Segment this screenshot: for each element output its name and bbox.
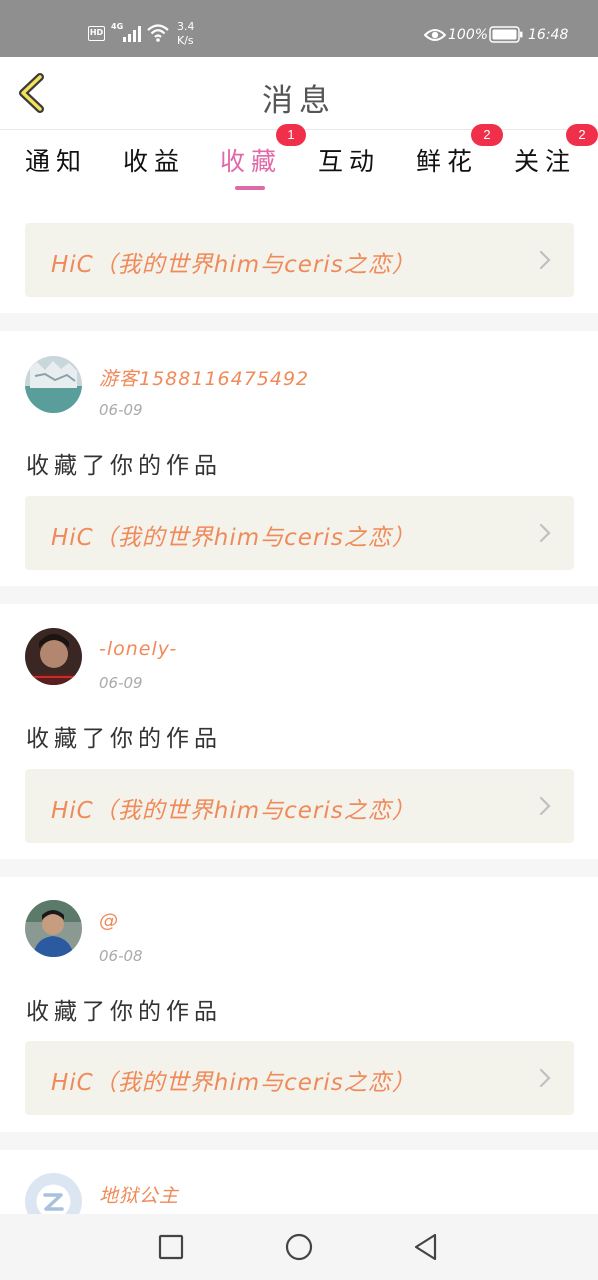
tab-follows-badge: 2 [566, 124, 598, 146]
work-title: HiC（我的世界him与ceris之恋） [51, 525, 416, 551]
battery-percent: 100% [448, 27, 489, 43]
avatar-image [25, 900, 82, 957]
tab-favorites[interactable]: 收藏 [220, 142, 282, 178]
home-icon[interactable] [284, 1232, 314, 1262]
favorite-card: 地狱公主 [0, 1150, 598, 1214]
chevron-right-icon [539, 250, 551, 270]
chevron-right-icon [539, 1068, 551, 1088]
tab-follows[interactable]: 关注 [514, 142, 576, 178]
page-title: 消息 [262, 83, 336, 119]
signal-icon [123, 26, 141, 42]
work-link[interactable]: HiC（我的世界him与ceris之恋） [25, 223, 574, 297]
date: 06-09 [99, 674, 143, 692]
battery-icon [489, 26, 523, 43]
action-text: 收藏了你的作品 [26, 453, 222, 479]
action-text: 收藏了你的作品 [26, 999, 222, 1025]
username[interactable]: 地狱公主 [99, 1181, 179, 1208]
tab-interactions[interactable]: 互动 [318, 142, 380, 178]
username[interactable]: @ [99, 910, 119, 932]
tab-flowers[interactable]: 鲜花 [416, 142, 478, 178]
date: 06-09 [99, 401, 143, 419]
username[interactable]: -lonely- [99, 638, 177, 660]
work-link[interactable]: HiC（我的世界him与ceris之恋） [25, 769, 574, 843]
chevron-right-icon [539, 523, 551, 543]
avatar[interactable] [25, 1173, 82, 1214]
work-link[interactable]: HiC（我的世界him与ceris之恋） [25, 1041, 574, 1115]
tab-notifications[interactable]: 通知 [25, 142, 87, 178]
chevron-right-icon [539, 796, 551, 816]
tab-favorites-badge: 1 [276, 124, 306, 146]
avatar[interactable] [25, 356, 82, 413]
system-nav-bar [0, 1214, 598, 1280]
avatar-image [25, 1173, 82, 1214]
active-tab-indicator [235, 186, 265, 190]
avatar-image [25, 356, 82, 413]
speed-value: 3.4 [177, 20, 195, 33]
speed-unit: K/s [177, 34, 194, 47]
favorite-card: 游客1588116475492 06-09 收藏了你的作品 HiC（我的世界hi… [0, 331, 598, 586]
message-feed: HiC（我的世界him与ceris之恋） 游客1588116475492 06-… [0, 192, 598, 1214]
eye-comfort-icon [424, 29, 446, 41]
work-link[interactable]: HiC（我的世界him与ceris之恋） [25, 496, 574, 570]
avatar[interactable] [25, 900, 82, 957]
back-icon[interactable] [411, 1232, 441, 1262]
recent-apps-icon[interactable] [156, 1232, 186, 1262]
work-title: HiC（我的世界him与ceris之恋） [51, 798, 416, 824]
action-text: 收藏了你的作品 [26, 726, 222, 752]
clock: 16:48 [528, 27, 569, 43]
favorite-card: HiC（我的世界him与ceris之恋） [0, 192, 598, 313]
tab-flowers-badge: 2 [471, 124, 503, 146]
work-title: HiC（我的世界him与ceris之恋） [51, 1070, 416, 1096]
date: 06-08 [99, 947, 143, 965]
header: 消息 [0, 57, 598, 130]
status-bar: HD 4G 3.4 K/s 100% 16:48 [0, 0, 598, 57]
wifi-icon [147, 24, 169, 42]
tab-bar: 通知 收益 收藏 1 互动 鲜花 2 关注 2 [0, 124, 598, 192]
hd-icon: HD [88, 26, 105, 41]
avatar[interactable] [25, 628, 82, 685]
avatar-image [25, 628, 82, 685]
username[interactable]: 游客1588116475492 [99, 364, 309, 391]
work-title: HiC（我的世界him与ceris之恋） [51, 252, 416, 278]
tab-earnings[interactable]: 收益 [123, 142, 185, 178]
favorite-card: -lonely- 06-09 收藏了你的作品 HiC（我的世界him与ceris… [0, 604, 598, 859]
favorite-card: @ 06-08 收藏了你的作品 HiC（我的世界him与ceris之恋） [0, 877, 598, 1132]
network-speed: 3.4 K/s [177, 20, 195, 48]
